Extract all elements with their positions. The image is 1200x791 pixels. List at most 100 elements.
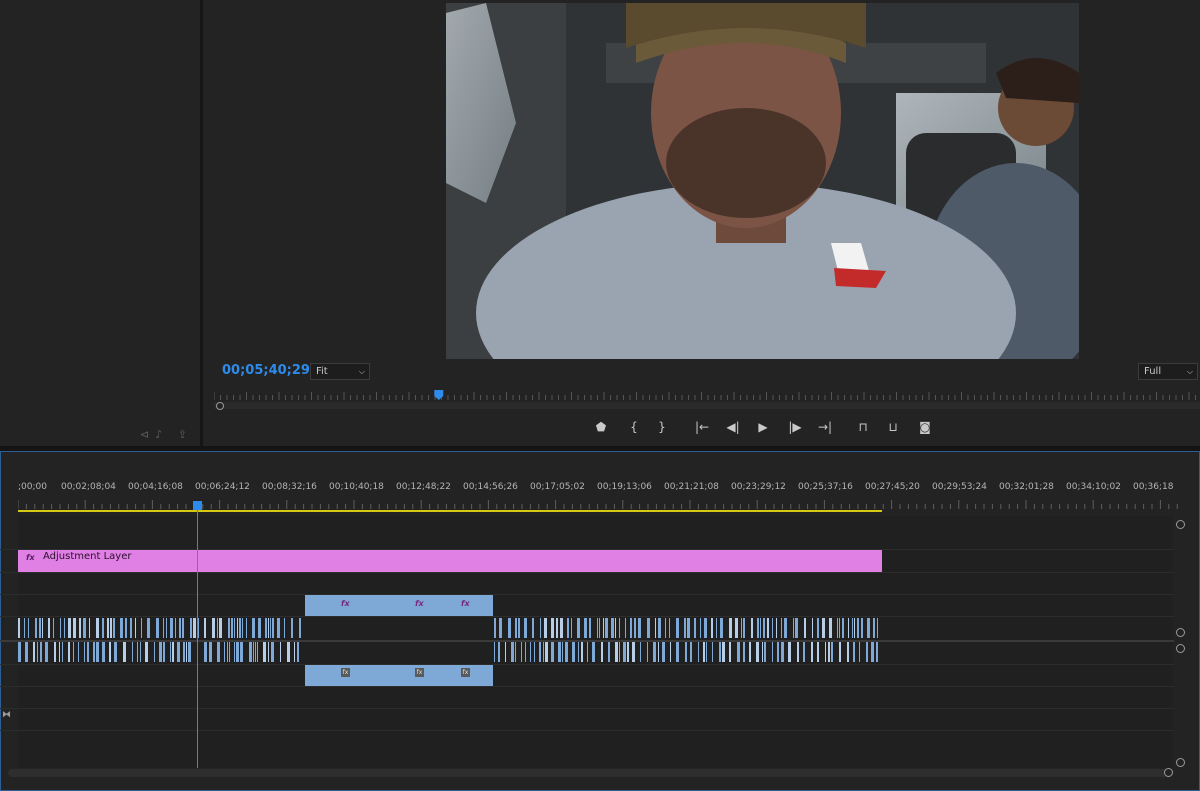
clip-slice: [544, 618, 547, 638]
lift-button[interactable]: ⊓: [853, 418, 873, 436]
fx-badge: fx: [461, 668, 470, 677]
export-frame-button[interactable]: ◙: [915, 418, 935, 436]
clip-slice: [615, 618, 616, 638]
clip-slice: [741, 618, 742, 638]
clip-slice: [625, 618, 626, 638]
clip-strips[interactable]: [18, 616, 884, 666]
zoom-level-select[interactable]: Fit ⌵: [310, 363, 370, 380]
clip-slice: [268, 642, 269, 662]
clip-slice: [204, 618, 206, 638]
clip-slice: [876, 642, 878, 662]
timeline-playhead-handle[interactable]: [193, 501, 202, 510]
clip-slice: [599, 618, 600, 638]
clip-slice: [655, 618, 656, 638]
clip-slice: [182, 618, 184, 638]
clip-slice: [581, 642, 583, 662]
clip-slice: [253, 642, 254, 662]
source-panel-icons[interactable]: ⊲♪ ⇪: [140, 428, 193, 441]
clip-slice: [159, 642, 162, 662]
clip-slice: [630, 618, 632, 638]
clip-slice: [722, 642, 725, 662]
clip-slice: [601, 642, 603, 662]
scroll-handle-mid[interactable]: [1176, 628, 1185, 637]
clip-slice: [291, 618, 293, 638]
clip-slice: [212, 618, 215, 638]
mark-out-button[interactable]: }: [652, 418, 672, 436]
clip-slice: [767, 618, 769, 638]
play-button[interactable]: ▶: [753, 418, 773, 436]
extract-button[interactable]: ⊔: [883, 418, 903, 436]
clip-slice: [234, 642, 235, 662]
mark-icon[interactable]: ⧓: [2, 710, 11, 720]
clip-name: Adjustment Layer: [43, 551, 132, 562]
clip-slice: [265, 618, 267, 638]
scroll-handle-right[interactable]: [1164, 768, 1173, 777]
adjustment-layer-clip[interactable]: fx Adjustment Layer: [18, 550, 882, 572]
clip-slice: [873, 618, 875, 638]
track-divider: [0, 572, 1174, 573]
clip-slice: [825, 642, 826, 662]
chevron-down-icon: ⌵: [1186, 367, 1193, 376]
clip-slice: [258, 618, 261, 638]
clip-slice: [700, 618, 701, 638]
horizontal-scrollbar[interactable]: [8, 768, 1173, 777]
clip-slice: [96, 642, 99, 662]
audio-clip-group[interactable]: fx fx fx: [305, 665, 493, 686]
clip-slice: [647, 642, 648, 662]
clip-slice: [584, 618, 587, 638]
clip-slice: [712, 642, 713, 662]
program-mini-timeline[interactable]: [214, 390, 1200, 410]
program-timecode[interactable]: 00;05;40;29: [222, 363, 310, 378]
clip-slice: [577, 618, 580, 638]
clip-slice: [525, 642, 526, 662]
clip-slice: [777, 642, 779, 662]
scroll-handle-bottom[interactable]: [1176, 758, 1185, 767]
video-clip-group[interactable]: fx fx fx: [305, 595, 493, 616]
clip-slice: [812, 618, 813, 638]
clip-slice: [18, 618, 20, 638]
fx-badge: fx: [341, 668, 350, 677]
clip-slice: [772, 642, 773, 662]
clip-slice: [532, 618, 534, 638]
clip-slice: [572, 642, 575, 662]
clip-slice: [530, 642, 531, 662]
scroll-handle-mid[interactable]: [1176, 644, 1185, 653]
clip-slice: [170, 618, 173, 638]
clip-slice: [268, 618, 269, 638]
clip-slice: [545, 642, 548, 662]
clip-slice: [567, 618, 569, 638]
clip-slice: [634, 618, 636, 638]
playback-resolution-select[interactable]: Full ⌵: [1138, 363, 1198, 380]
scroll-handle-top[interactable]: [1176, 520, 1185, 529]
clip-slice: [603, 618, 604, 638]
clip-slice: [163, 642, 165, 662]
go-to-out-button[interactable]: →|: [815, 418, 835, 436]
clip-slice: [132, 642, 133, 662]
clip-slice: [784, 618, 787, 638]
clip-slice: [33, 642, 35, 662]
go-to-in-button[interactable]: |←: [692, 418, 712, 436]
step-forward-button[interactable]: |▶: [785, 418, 805, 436]
clip-slice: [107, 618, 109, 638]
step-back-button[interactable]: ◀|: [723, 418, 743, 436]
clip-slice: [757, 618, 759, 638]
vertical-scrollbar[interactable]: [1176, 520, 1186, 770]
clip-slice: [719, 642, 721, 662]
clip-slice: [179, 618, 181, 638]
clip-slice: [102, 618, 104, 638]
time-ruler[interactable]: ;00;00 00;02;08;04 00;04;16;08 00;06;24;12 0…: [18, 482, 1178, 512]
clip-slice: [219, 618, 222, 638]
clip-slice: [662, 642, 665, 662]
add-marker-button[interactable]: ⬟: [591, 418, 611, 436]
clip-slice: [183, 642, 185, 662]
clip-slice: [24, 618, 25, 638]
clip-slice: [623, 642, 626, 662]
clip-slice: [28, 618, 29, 638]
clip-slice: [272, 618, 274, 638]
clip-slice: [793, 618, 794, 638]
clip-slice: [847, 642, 849, 662]
mark-in-button[interactable]: {: [624, 418, 644, 436]
clip-slice: [45, 642, 48, 662]
clip-slice: [93, 642, 95, 662]
clip-slice: [68, 642, 70, 662]
